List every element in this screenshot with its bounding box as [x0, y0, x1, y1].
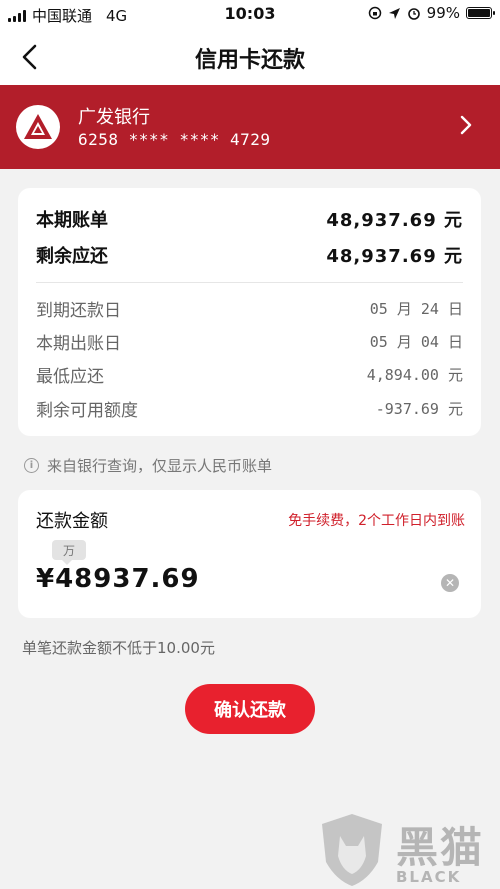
bill-summary-card: 本期账单 48,937.69 元 剩余应还 48,937.69 元 到期还款日 …: [18, 188, 481, 436]
info-text: 来自银行查询，仅显示人民币账单: [47, 457, 273, 475]
available-credit-value: -937.69 元: [375, 400, 463, 418]
current-bill-row: 本期账单 48,937.69 元: [36, 206, 463, 232]
watermark-subtitle: BLACK CAT: [396, 868, 462, 889]
battery-percent: 99%: [426, 4, 460, 22]
status-right: 99%: [368, 4, 495, 22]
amount-input[interactable]: [36, 564, 436, 594]
watermark-logo: 黑猫 BLACK CAT: [318, 810, 500, 889]
payment-amount-label: 还款金额: [36, 511, 108, 532]
minimum-payment-label: 最低应还: [36, 367, 104, 387]
fee-note: 免手续费，2个工作日内到账: [288, 513, 465, 529]
status-bar: 中国联通 4G 10:03 99%: [0, 0, 500, 28]
chevron-right-icon: [460, 115, 472, 135]
minimum-payment-row: 最低应还 4,894.00 元: [36, 362, 463, 387]
alarm-icon: [407, 8, 420, 20]
current-bill-label: 本期账单: [36, 210, 108, 231]
bank-card-selector[interactable]: 广发银行 6258 **** **** 4729: [0, 85, 500, 169]
remaining-bill-value: 48,937.69 元: [326, 246, 463, 267]
minimum-payment-value: 4,894.00 元: [366, 366, 463, 384]
divider: [36, 282, 463, 283]
current-bill-value: 48,937.69 元: [326, 210, 463, 231]
due-date-value: 05 月 24 日: [369, 300, 463, 318]
bank-name: 广发银行: [78, 107, 150, 128]
available-credit-label: 剩余可用额度: [36, 401, 138, 421]
statement-date-label: 本期出账日: [36, 334, 121, 354]
confirm-payment-button[interactable]: 确认还款: [185, 684, 315, 734]
due-date-row: 到期还款日 05 月 24 日: [36, 296, 463, 321]
remaining-bill-row: 剩余应还 48,937.69 元: [36, 242, 463, 268]
minimum-amount-note: 单笔还款金额不低于10.00元: [22, 639, 215, 657]
info-note: i 来自银行查询，仅显示人民币账单: [24, 455, 272, 476]
location-icon: [388, 7, 400, 19]
available-credit-row: 剩余可用额度 -937.69 元: [36, 396, 463, 421]
unit-hint-badge: 万: [52, 540, 86, 565]
watermark-title: 黑猫: [396, 823, 485, 872]
clear-icon[interactable]: ✕: [441, 574, 459, 592]
remaining-bill-label: 剩余应还: [36, 246, 108, 267]
rotation-lock-icon: [368, 6, 381, 20]
payment-amount-card: 还款金额 免手续费，2个工作日内到账 万 ✕: [18, 490, 481, 618]
nav-bar: 信用卡还款: [0, 28, 500, 85]
card-number: 6258 **** **** 4729: [78, 130, 271, 149]
statement-date-row: 本期出账日 05 月 04 日: [36, 329, 463, 354]
due-date-label: 到期还款日: [36, 301, 121, 321]
black-cat-logo-icon: [322, 814, 382, 886]
bank-logo-icon: [16, 105, 60, 149]
statement-date-value: 05 月 04 日: [369, 333, 463, 351]
page-title: 信用卡还款: [194, 48, 305, 73]
battery-icon: [466, 7, 495, 19]
info-icon: i: [24, 458, 39, 473]
